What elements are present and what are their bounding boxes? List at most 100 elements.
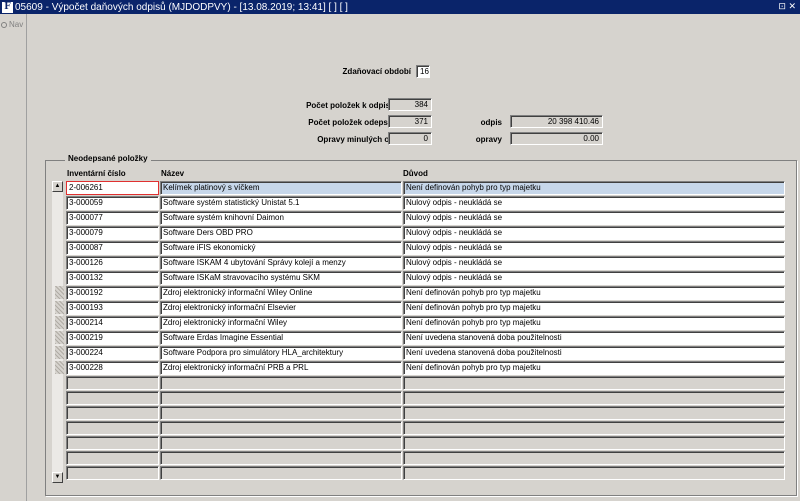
cell-inventory-number[interactable]	[66, 391, 159, 405]
table-row[interactable]	[66, 376, 786, 390]
fixes-field: 0.00	[510, 132, 603, 145]
cell-reason[interactable]	[403, 406, 785, 420]
table-row[interactable]: 3-000077 Software systém knihovní Daimon N…	[66, 211, 786, 225]
cell-reason[interactable]: Nulový odpis - neukládá se	[403, 271, 785, 285]
cell-inventory-number[interactable]: 3-000059	[66, 196, 159, 210]
cell-name[interactable]: Software Podpora pro simulátory HLA_arch…	[160, 346, 402, 360]
column-header-reason: Důvod	[403, 169, 428, 178]
table-row[interactable]: 3-000132 Software ISKaM stravovacího syst…	[66, 271, 786, 285]
cell-inventory-number[interactable]: 3-000126	[66, 256, 159, 270]
cell-inventory-number[interactable]: 3-000077	[66, 211, 159, 225]
table-row[interactable]	[66, 391, 786, 405]
cell-inventory-number[interactable]	[66, 451, 159, 465]
cell-inventory-number[interactable]	[66, 436, 159, 450]
cell-inventory-number[interactable]: 3-000132	[66, 271, 159, 285]
cell-name[interactable]	[160, 391, 402, 405]
cell-reason[interactable]: Nulový odpis - neukládá se	[403, 241, 785, 255]
scroll-down-icon[interactable]: ▼	[52, 472, 63, 483]
table-row[interactable]	[66, 436, 786, 450]
cell-inventory-number[interactable]: 2-006261	[66, 181, 159, 195]
cell-reason[interactable]: Není uvedena stanovená doba použitelnost…	[403, 331, 785, 345]
table-row[interactable]	[66, 451, 786, 465]
cell-name[interactable]: Zdroj elektronický informační PRB a PRL	[160, 361, 402, 375]
cell-reason[interactable]	[403, 451, 785, 465]
row-marker	[55, 301, 64, 314]
table-row[interactable]	[66, 406, 786, 420]
cell-name[interactable]: Software ISKAM 4 ubytování Správy kolejí…	[160, 256, 402, 270]
depreciation-label: odpis	[480, 118, 502, 127]
cell-inventory-number[interactable]: 3-000087	[66, 241, 159, 255]
row-marker	[55, 286, 64, 299]
cell-inventory-number[interactable]: 3-000193	[66, 301, 159, 315]
cell-name[interactable]	[160, 406, 402, 420]
table-row[interactable]: 3-000228 Zdroj elektronický informační PR…	[66, 361, 786, 375]
table-row[interactable]: 3-000214 Zdroj elektronický informační Wi…	[66, 316, 786, 330]
fixes-label: opravy	[475, 135, 502, 144]
depreciated-field: 371	[388, 115, 432, 128]
table-row[interactable]: 3-000059 Software systém statistický Unis…	[66, 196, 786, 210]
cell-name[interactable]: Software Erdas Imagine Essential	[160, 331, 402, 345]
cell-name[interactable]	[160, 451, 402, 465]
table-row[interactable]: 3-000193 Zdroj elektronický informační El…	[66, 301, 786, 315]
cell-inventory-number[interactable]: 3-000214	[66, 316, 159, 330]
cell-reason[interactable]	[403, 466, 785, 480]
table-row[interactable]: 3-000219 Software Erdas Imagine Essential…	[66, 331, 786, 345]
cell-inventory-number[interactable]: 3-000079	[66, 226, 159, 240]
table-row[interactable]: 3-000126 Software ISKAM 4 ubytování Správ…	[66, 256, 786, 270]
cell-name[interactable]: Software systém statistický Unistat 5.1	[160, 196, 402, 210]
cell-reason[interactable]: Není definován pohyb pro typ majetku	[403, 181, 785, 195]
cell-name[interactable]: Software systém knihovní Daimon	[160, 211, 402, 225]
cell-reason[interactable]	[403, 391, 785, 405]
cell-reason[interactable]: Není definován pohyb pro typ majetku	[403, 316, 785, 330]
table-row[interactable]: 3-000224 Software Podpora pro simulátory …	[66, 346, 786, 360]
cell-inventory-number[interactable]: 3-000219	[66, 331, 159, 345]
row-marker	[55, 361, 64, 374]
cell-name[interactable]	[160, 376, 402, 390]
cell-inventory-number[interactable]	[66, 421, 159, 435]
table-row[interactable]: 3-000087 Software iFIS ekonomický Nulový o…	[66, 241, 786, 255]
cell-reason[interactable]: Nulový odpis - neukládá se	[403, 211, 785, 225]
window-restore-close-icon[interactable]: ⊡ ✕	[778, 1, 796, 12]
cell-inventory-number[interactable]	[66, 406, 159, 420]
cell-name[interactable]: Software ISKaM stravovacího systému SKM	[160, 271, 402, 285]
cell-inventory-number[interactable]: 3-000228	[66, 361, 159, 375]
nav-button[interactable]: Nav	[1, 20, 26, 29]
table-row[interactable]: 2-006261 Kelímek platinový s víčkem Není d…	[66, 181, 786, 195]
cell-inventory-number[interactable]	[66, 376, 159, 390]
cell-reason[interactable]: Nulový odpis - neukládá se	[403, 226, 785, 240]
table-row[interactable]	[66, 421, 786, 435]
column-header-inventory-number: Inventární číslo	[67, 169, 126, 178]
cell-name[interactable]	[160, 421, 402, 435]
table-row[interactable]: 3-000192 Zdroj elektronický informační Wi…	[66, 286, 786, 300]
period-field[interactable]: 16	[416, 65, 430, 78]
table-row[interactable]	[66, 466, 786, 480]
app-icon: F	[2, 1, 13, 13]
cell-inventory-number[interactable]: 3-000224	[66, 346, 159, 360]
cell-reason[interactable]: Není uvedena stanovená doba použitelnost…	[403, 346, 785, 360]
cell-reason[interactable]: Nulový odpis - neukládá se	[403, 256, 785, 270]
cell-name[interactable]: Software Ders OBD PRO	[160, 226, 402, 240]
cell-reason[interactable]	[403, 376, 785, 390]
cell-name[interactable]	[160, 436, 402, 450]
cell-reason[interactable]: Nulový odpis - neukládá se	[403, 196, 785, 210]
row-marker	[55, 316, 64, 329]
table-row[interactable]: 3-000079 Software Ders OBD PRO Nulový odpi…	[66, 226, 786, 240]
cell-reason[interactable]: Není definován pohyb pro typ majetku	[403, 286, 785, 300]
depreciation-field: 20 398 410.46	[510, 115, 603, 128]
nav-strip: Nav	[0, 14, 27, 501]
cell-inventory-number[interactable]: 3-000192	[66, 286, 159, 300]
nav-icon	[1, 21, 7, 28]
period-label: Zdaňovací období	[342, 67, 411, 76]
cell-name[interactable]: Software iFIS ekonomický	[160, 241, 402, 255]
cell-reason[interactable]: Není definován pohyb pro typ majetku	[403, 301, 785, 315]
cell-name[interactable]: Kelímek platinový s víčkem	[160, 181, 402, 195]
cell-reason[interactable]	[403, 436, 785, 450]
cell-name[interactable]: Zdroj elektronický informační Wiley	[160, 316, 402, 330]
cell-name[interactable]	[160, 466, 402, 480]
cell-inventory-number[interactable]	[66, 466, 159, 480]
cell-reason[interactable]	[403, 421, 785, 435]
scroll-up-icon[interactable]: ▲	[52, 181, 63, 192]
cell-name[interactable]: Zdroj elektronický informační Elsevier	[160, 301, 402, 315]
cell-reason[interactable]: Není definován pohyb pro typ majetku	[403, 361, 785, 375]
cell-name[interactable]: Zdroj elektronický informační Wiley Onli…	[160, 286, 402, 300]
